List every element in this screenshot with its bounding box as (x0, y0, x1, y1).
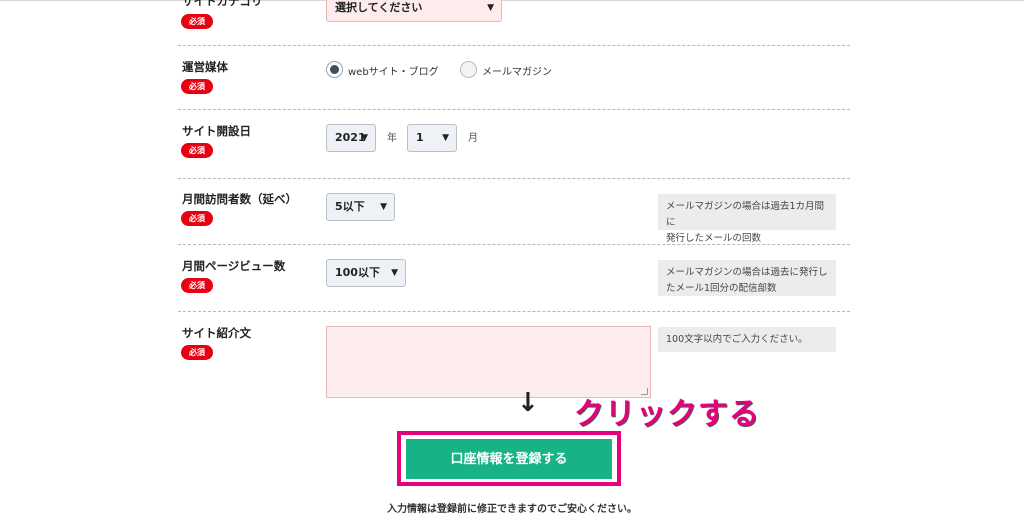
row-divider (178, 311, 850, 312)
click-annotation: クリックする (574, 397, 760, 432)
category-select[interactable]: 選択してください ▼ (326, 0, 502, 22)
footnote: 入力情報は登録前に修正できますのでご安心ください。 (387, 504, 637, 515)
pageviews-note-line1: メールマガジンの場合は過去に発行し (666, 267, 828, 278)
pageviews-select-value: 100以下 (335, 266, 380, 279)
top-border (0, 0, 1024, 1)
category-label: サイトカテゴリ (182, 0, 263, 8)
radio-mailmagazine-label[interactable]: メールマガジン (482, 63, 552, 78)
category-select-value: 選択してください (335, 1, 423, 14)
visitors-note: メールマガジンの場合は過去1カ月間に 発行したメールの回数 (658, 194, 836, 244)
year-select[interactable]: 2021 ▼ (326, 124, 376, 152)
row-divider (178, 178, 850, 179)
pageviews-required-badge: 必須 (181, 278, 213, 293)
row-divider (178, 45, 850, 46)
row-divider (178, 109, 850, 110)
pageviews-note: メールマガジンの場合は過去に発行し たメール1回分の配信部数 (658, 260, 836, 296)
media-required-badge: 必須 (181, 79, 213, 94)
radio-mailmagazine[interactable] (460, 61, 477, 78)
chevron-down-icon: ▼ (391, 268, 398, 278)
month-unit: 月 (468, 133, 478, 144)
chevron-down-icon: ▼ (380, 202, 387, 212)
visitors-select[interactable]: 5以下 ▼ (326, 193, 395, 221)
register-account-button[interactable]: 口座情報を登録する (406, 439, 612, 479)
month-select[interactable]: 1 ▼ (407, 124, 457, 152)
year-unit: 年 (387, 133, 397, 144)
media-label: 運営媒体 (182, 60, 228, 74)
chevron-down-icon: ▼ (442, 133, 449, 143)
radio-website-label[interactable]: webサイト・ブログ (348, 63, 439, 78)
radio-website[interactable] (326, 61, 343, 78)
opened-required-badge: 必須 (181, 143, 213, 158)
pageviews-note-line2: たメール1回分の配信部数 (666, 283, 777, 294)
chevron-down-icon: ▼ (487, 3, 494, 13)
intro-note: 100文字以内でご入力ください。 (658, 327, 836, 352)
visitors-label: 月間訪問者数（延べ） (182, 192, 297, 206)
pageviews-label: 月間ページビュー数 (182, 259, 286, 273)
row-divider (178, 244, 850, 245)
visitors-note-line1: メールマガジンの場合は過去1カ月間に (666, 201, 825, 228)
chevron-down-icon: ▼ (361, 133, 368, 143)
category-required-badge: 必須 (181, 14, 213, 29)
intro-required-badge: 必須 (181, 345, 213, 360)
down-arrow-icon: ↓ (517, 388, 539, 418)
intro-textarea[interactable] (326, 326, 651, 398)
visitors-select-value: 5以下 (335, 200, 365, 213)
intro-label: サイト紹介文 (182, 326, 251, 340)
pageviews-select[interactable]: 100以下 ▼ (326, 259, 406, 287)
month-select-value: 1 (416, 131, 424, 144)
visitors-required-badge: 必須 (181, 211, 213, 226)
opened-label: サイト開設日 (182, 124, 251, 138)
